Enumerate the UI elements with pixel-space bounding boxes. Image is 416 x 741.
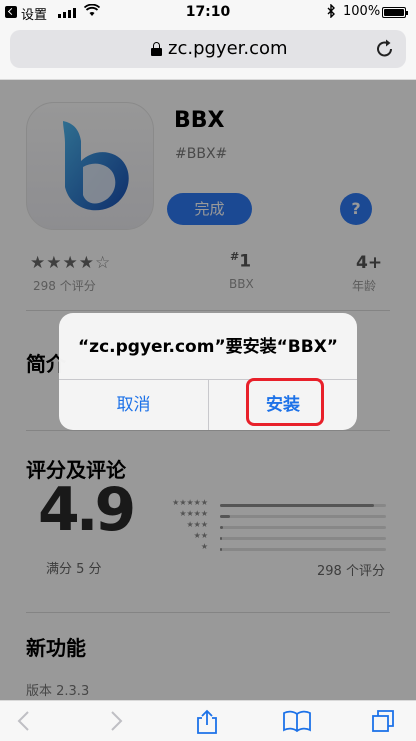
tabs-icon[interactable]: [370, 709, 396, 733]
alert-title: “zc.pgyer.com”要安装“BBX”: [78, 337, 338, 357]
status-bar: 设置 17:10 100%: [0, 0, 416, 26]
url-text[interactable]: zc.pgyer.com: [168, 38, 288, 59]
browser-toolbar: [0, 700, 416, 741]
battery-icon: [382, 7, 408, 18]
install-highlight-annotation: [246, 378, 324, 426]
share-icon[interactable]: [194, 709, 220, 734]
reload-icon[interactable]: [374, 38, 396, 60]
forward-icon[interactable]: [102, 709, 128, 733]
back-icon[interactable]: [12, 709, 38, 733]
battery-percentage: 100%: [343, 4, 381, 19]
url-field[interactable]: zc.pgyer.com: [10, 30, 406, 68]
lock-icon: [151, 42, 162, 56]
cancel-button[interactable]: 取消: [59, 380, 208, 430]
bluetooth-icon: [327, 3, 336, 22]
bookmarks-icon[interactable]: [282, 709, 312, 733]
browser-address-bar: zc.pgyer.com: [0, 26, 416, 80]
